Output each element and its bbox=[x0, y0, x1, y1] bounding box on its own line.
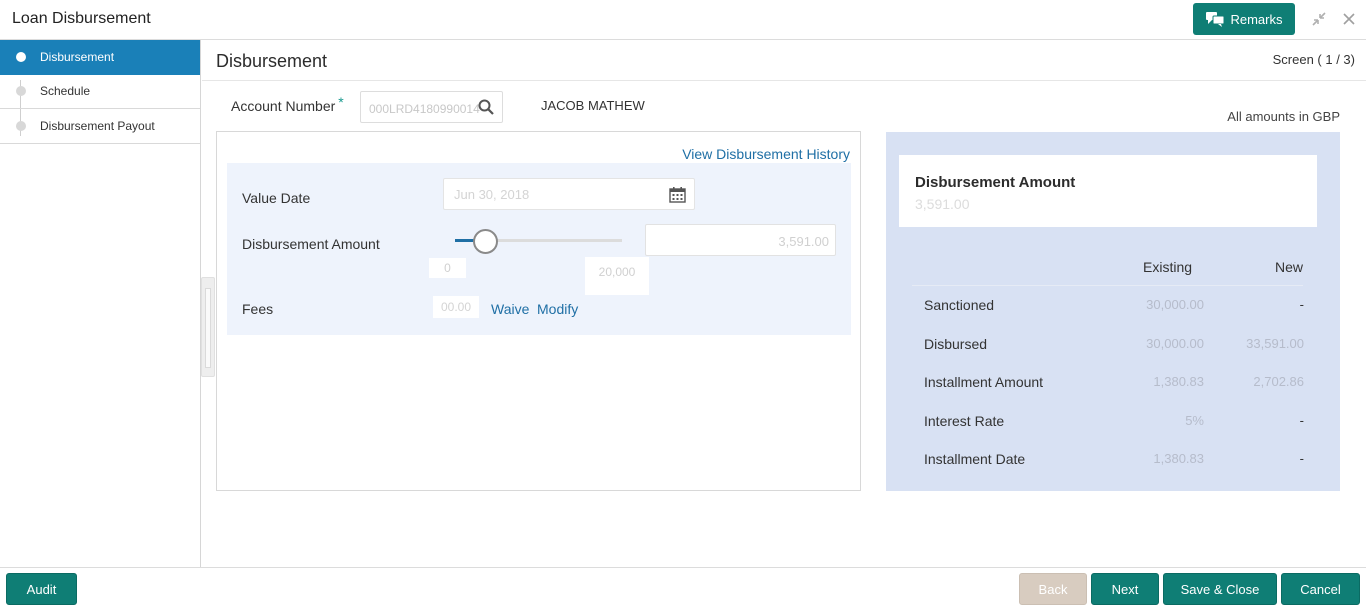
sidebar-item-label: Disbursement bbox=[40, 49, 115, 64]
account-number-input[interactable]: 000LRD4180990014 bbox=[360, 91, 503, 123]
required-mark: * bbox=[338, 94, 344, 110]
sidebar-item-label: Disbursement Payout bbox=[40, 118, 155, 133]
account-number-label: Account Number * bbox=[231, 94, 344, 114]
remarks-label: Remarks bbox=[1230, 11, 1283, 27]
disbursement-amount-card: Disbursement Amount 3,591.00 bbox=[899, 155, 1317, 227]
step-sidebar: Disbursement Schedule Disbursement Payou… bbox=[0, 40, 201, 567]
disbursement-amount-input[interactable]: 3,591.00 bbox=[645, 224, 836, 256]
calendar-icon[interactable] bbox=[669, 186, 686, 203]
customer-name: JACOB MATHEW bbox=[541, 98, 645, 113]
fees-value: 00.00 bbox=[433, 296, 479, 318]
column-new: New bbox=[1275, 259, 1304, 275]
save-close-button[interactable]: Save & Close bbox=[1163, 573, 1277, 605]
slider-min-value: 0 bbox=[429, 258, 466, 278]
column-existing: Existing bbox=[1143, 259, 1193, 275]
view-disbursement-history-link[interactable]: View Disbursement History bbox=[682, 146, 850, 162]
sidebar-item-disbursement-payout[interactable]: Disbursement Payout bbox=[0, 109, 200, 144]
fees-label: Fees bbox=[242, 301, 274, 317]
page-title: Disbursement bbox=[216, 51, 328, 71]
value-date-label: Value Date bbox=[242, 190, 311, 206]
splitter-grip[interactable] bbox=[205, 288, 211, 368]
back-button[interactable]: Back bbox=[1019, 573, 1087, 605]
search-icon[interactable] bbox=[478, 99, 494, 115]
summary-row-disbursed: Disbursed 30,000.00 33,591.00 bbox=[924, 336, 1304, 352]
step-dot-icon bbox=[16, 51, 26, 62]
disbursement-amount-label: Disbursement Amount bbox=[242, 236, 380, 252]
disbursement-card: View Disbursement History Value Date Jun… bbox=[216, 131, 861, 491]
sidebar-item-label: Schedule bbox=[40, 84, 91, 99]
disbursement-amount-value: 3,591.00 bbox=[778, 234, 829, 249]
waive-link[interactable]: Waive bbox=[491, 301, 529, 317]
summary-title: Disbursement Amount bbox=[915, 174, 1076, 191]
screen-indicator: Screen ( 1 / 3) bbox=[1272, 52, 1355, 67]
value-date-input[interactable]: Jun 30, 2018 bbox=[443, 178, 695, 210]
footer-bar: Audit Back Next Save & Close Cancel bbox=[0, 567, 1366, 609]
summary-row-sanctioned: Sanctioned 30,000.00 - bbox=[924, 297, 1304, 313]
close-icon[interactable] bbox=[1341, 11, 1357, 27]
slider-max-value: 20,000 bbox=[585, 257, 649, 295]
value-date-value: Jun 30, 2018 bbox=[454, 187, 530, 202]
next-button[interactable]: Next bbox=[1091, 573, 1159, 605]
step-dot-icon bbox=[16, 120, 26, 131]
modify-link[interactable]: Modify bbox=[537, 301, 578, 317]
step-dot-icon bbox=[16, 86, 26, 97]
summary-divider bbox=[912, 285, 1303, 286]
title-bar: Loan Disbursement Remarks bbox=[0, 0, 1366, 40]
disbursement-summary-panel: Disbursement Amount 3,591.00 Existing Ne… bbox=[886, 132, 1340, 491]
panel-splitter[interactable] bbox=[201, 277, 215, 377]
sidebar-item-schedule[interactable]: Schedule bbox=[0, 75, 200, 109]
disbursement-form: Value Date Jun 30, 2018 Disbursement Amo… bbox=[227, 163, 851, 335]
amount-slider-thumb[interactable] bbox=[472, 229, 498, 254]
page-header: Disbursement Screen ( 1 / 3) bbox=[202, 40, 1366, 81]
summary-row-installment-date: Installment Date 1,380.83 - bbox=[924, 451, 1304, 467]
summary-amount: 3,591.00 bbox=[915, 196, 970, 212]
summary-row-installment-amount: Installment Amount 1,380.83 2,702.86 bbox=[924, 374, 1304, 390]
minimize-icon[interactable] bbox=[1311, 11, 1327, 27]
remarks-button[interactable]: Remarks bbox=[1193, 3, 1295, 35]
audit-button[interactable]: Audit bbox=[6, 573, 77, 605]
summary-row-interest-rate: Interest Rate 5% - bbox=[924, 413, 1304, 429]
cancel-button[interactable]: Cancel bbox=[1281, 573, 1360, 605]
sidebar-item-disbursement[interactable]: Disbursement bbox=[0, 40, 200, 75]
remarks-icon bbox=[1206, 12, 1225, 27]
window-title: Loan Disbursement bbox=[12, 10, 151, 27]
currency-note: All amounts in GBP bbox=[1227, 109, 1340, 124]
